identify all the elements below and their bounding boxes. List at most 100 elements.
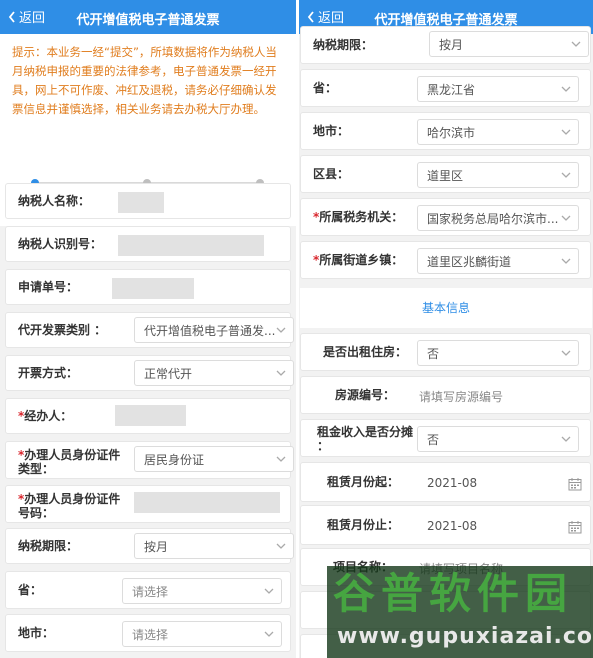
rent-split-select[interactable]: 否	[417, 426, 579, 452]
tax-office-value: 国家税务总局哈尔滨市...	[427, 211, 559, 226]
handler-id-no-label: *办理人员身份证件 号码：	[18, 492, 121, 520]
city-label: 地市：	[313, 124, 350, 138]
city-label: 地市：	[18, 626, 55, 640]
tax-period-label: 纳税期限：	[18, 539, 79, 553]
chevron-down-icon	[561, 350, 571, 356]
header-bar: 返回 代开增值税电子普通发票	[0, 0, 296, 34]
chevron-down-icon	[561, 215, 571, 221]
handler-label: * 经办人：	[18, 409, 73, 423]
house-no-input[interactable]: 请填写房源编号	[419, 388, 503, 405]
city-row: 地市： 哈尔滨市	[300, 112, 591, 150]
rent-end-date-input[interactable]: 2021-08	[417, 513, 589, 539]
street-value: 道里区兆麟街道	[427, 254, 512, 269]
chevron-down-icon	[561, 86, 571, 92]
watermark-logo-text: 谷普软件园	[333, 569, 574, 618]
rent-end-label: 租赁月份止：	[327, 518, 400, 532]
tax-period-value: 按月	[144, 539, 169, 554]
watermark-url: www.gupuxiazai.com	[337, 624, 593, 649]
taxpayer-name-row: 纳税人名称：	[5, 183, 291, 219]
tax-period-select[interactable]: 按月	[429, 31, 589, 57]
calendar-icon[interactable]	[568, 520, 582, 534]
rent-start-value: 2021-08	[427, 476, 478, 490]
city-value: 哈尔滨市	[427, 125, 476, 140]
watermark: 谷普软件园 www.gupuxiazai.com	[327, 566, 593, 658]
left-phone-screen: 返回 代开增值税电子普通发票 提示：本业务一经“提交”，所填数据将作为纳税人当月…	[0, 0, 296, 658]
right-phone-screen: 返回 代开增值税电子普通发票 纳税期限： 按月 省： 黑龙江省 地市： 哈尔滨市…	[299, 0, 593, 658]
handler-id-type-label: *办理人员身份证件 类型：	[18, 448, 121, 476]
district-label: 区县：	[313, 167, 350, 181]
tax-period-select[interactable]: 按月	[134, 533, 294, 559]
handler-id-type-row: *办理人员身份证件 类型： 居民身份证	[5, 441, 294, 479]
section-basic-info: 基本信息	[300, 288, 592, 328]
application-no-label: 申请单号：	[18, 280, 79, 294]
chevron-down-icon	[561, 129, 571, 135]
handler-id-type-select[interactable]: 居民身份证	[134, 446, 294, 472]
notice-text: 提示：本业务一经“提交”，所填数据将作为纳税人当月纳税申报的重要的法律参考，电子…	[0, 34, 296, 175]
rent-split-label: 租金收入是否分摊：	[317, 425, 414, 453]
chevron-down-icon	[571, 41, 581, 47]
application-no-value-redacted	[112, 278, 194, 299]
district-select[interactable]: 道里区	[417, 162, 579, 188]
rent-start-date-input[interactable]: 2021-08	[417, 470, 589, 496]
handler-id-no-value-redacted	[134, 492, 280, 513]
province-label: 省：	[18, 583, 43, 597]
invoice-type-select[interactable]: 代开增值税电子普通发...	[134, 317, 294, 343]
city-row: 地市： 请选择	[5, 614, 291, 652]
taxpayer-name-value-redacted	[118, 192, 164, 213]
taxpayer-name-label: 纳税人名称：	[18, 194, 91, 208]
city-select[interactable]: 请选择	[122, 621, 282, 647]
city-placeholder: 请选择	[132, 627, 169, 642]
province-select[interactable]: 请选择	[122, 578, 282, 604]
district-row: 区县： 道里区	[300, 155, 591, 193]
province-row: 省： 请选择	[5, 571, 291, 609]
handler-value-redacted	[115, 405, 186, 426]
province-placeholder: 请选择	[132, 584, 169, 599]
chevron-down-icon	[264, 588, 274, 594]
calendar-icon[interactable]	[568, 477, 582, 491]
house-no-label: 房源编号：	[335, 388, 396, 402]
handler-row: * 经办人：	[5, 398, 291, 434]
taxpayer-id-label: 纳税人识别号：	[18, 237, 103, 251]
rent-start-row: 租赁月份起： 2021-08	[300, 462, 591, 502]
tax-office-select[interactable]: 国家税务总局哈尔滨市...	[417, 205, 579, 231]
rent-end-value: 2021-08	[427, 519, 478, 533]
street-select[interactable]: 道里区兆麟街道	[417, 248, 579, 274]
application-no-row: 申请单号：	[5, 269, 291, 305]
page-title: 代开增值税电子普通发票	[76, 13, 220, 28]
taxpayer-id-value-redacted	[118, 235, 264, 256]
province-value: 黑龙江省	[427, 82, 476, 97]
tax-period-row: 纳税期限： 按月	[300, 26, 591, 64]
province-select[interactable]: 黑龙江省	[417, 76, 579, 102]
invoice-type-row: 代开发票类别 ： 代开增值税电子普通发...	[5, 312, 294, 348]
district-value: 道里区	[427, 168, 464, 183]
city-select[interactable]: 哈尔滨市	[417, 119, 579, 145]
issue-method-value: 正常代开	[144, 366, 193, 381]
street-label: * 所属街道乡镇：	[313, 253, 404, 267]
tax-office-label: * 所属税务机关：	[313, 210, 404, 224]
province-row: 省： 黑龙江省	[300, 69, 591, 107]
issue-method-select[interactable]: 正常代开	[134, 360, 294, 386]
taxpayer-id-row: 纳税人识别号：	[5, 226, 291, 262]
rent-start-label: 租赁月份起：	[327, 475, 400, 489]
chevron-down-icon	[561, 172, 571, 178]
rent-split-row: 租金收入是否分摊： 否	[300, 419, 591, 457]
invoice-type-value: 代开增值税电子普通发...	[144, 323, 276, 338]
rental-house-label: 是否出租住房：	[323, 345, 408, 359]
chevron-down-icon	[276, 543, 286, 549]
province-label: 省：	[313, 81, 338, 95]
rental-house-select[interactable]: 否	[417, 340, 579, 366]
chevron-down-icon	[561, 258, 571, 264]
tax-office-row: * 所属税务机关： 国家税务总局哈尔滨市...	[300, 198, 591, 236]
tax-period-label: 纳税期限：	[313, 38, 374, 52]
tax-period-value: 按月	[439, 37, 464, 52]
issue-method-row: 开票方式： 正常代开	[5, 355, 294, 391]
handler-id-no-row: *办理人员身份证件 号码：	[5, 485, 291, 523]
rent-end-row: 租赁月份止： 2021-08	[300, 505, 591, 545]
screenshot-root: 返回 代开增值税电子普通发票 提示：本业务一经“提交”，所填数据将作为纳税人当月…	[0, 0, 593, 658]
handler-id-type-value: 居民身份证	[144, 452, 205, 467]
chevron-down-icon	[276, 370, 286, 376]
issue-method-label: 开票方式：	[18, 366, 79, 380]
chevron-down-icon	[264, 631, 274, 637]
street-row: * 所属街道乡镇： 道里区兆麟街道	[300, 241, 591, 279]
house-no-row: 房源编号： 请填写房源编号	[300, 376, 591, 414]
